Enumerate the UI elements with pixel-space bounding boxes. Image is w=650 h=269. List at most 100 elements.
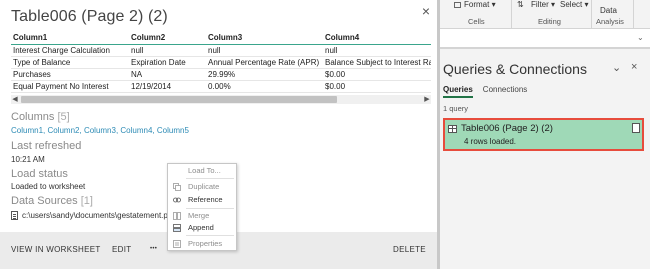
scroll-right-icon[interactable]: ▶: [423, 95, 431, 104]
table-row: Interest Charge Calculation null null nu…: [11, 44, 431, 57]
query-count: 1 query: [443, 104, 469, 113]
select-button[interactable]: Select ▾: [560, 0, 588, 9]
last-refreshed-heading: Last refreshed: [11, 140, 82, 152]
close-icon[interactable]: ×: [419, 4, 433, 18]
menu-item-append[interactable]: Append: [168, 222, 236, 234]
column-link[interactable]: Column5: [157, 126, 189, 135]
table-row: Type of Balance Expiration Date Annual P…: [11, 56, 431, 69]
editing-group-label: Editing: [538, 17, 561, 26]
menu-item-merge[interactable]: Merge: [168, 210, 236, 222]
table-cell: $0.00: [323, 68, 431, 81]
column-link[interactable]: Column2: [47, 126, 79, 135]
merge-icon: [173, 212, 181, 220]
menu-item-label: Reference: [188, 195, 223, 204]
menu-item-label: Load To...: [188, 166, 221, 175]
table-cell: Equal Payment No Interest: [11, 80, 129, 93]
filter-label: Filter: [531, 0, 549, 9]
data-sources-count: [1]: [80, 195, 93, 207]
table-cell: Balance Subject to Interest Rate: [323, 56, 431, 69]
column-link[interactable]: Column4: [120, 126, 152, 135]
analysis-group-label: Analysis: [596, 17, 624, 26]
pane-options-icon[interactable]: ⌄: [612, 61, 621, 74]
format-icon: [454, 1, 461, 8]
columns-heading-label: Columns: [11, 111, 55, 123]
table-cell: Purchases: [11, 68, 129, 81]
menu-item-load-to[interactable]: Load To...: [168, 165, 236, 177]
table-cell: Annual Percentage Rate (APR): [206, 56, 323, 69]
table-cell: NA: [129, 68, 206, 81]
preview-header-row: Column1 Column2 Column3 Column4: [11, 31, 431, 45]
tab-queries[interactable]: Queries: [443, 85, 473, 98]
context-menu: Load To... Duplicate Reference Merge App…: [167, 163, 237, 251]
menu-item-properties[interactable]: Properties: [168, 238, 236, 250]
menu-separator: [186, 235, 234, 236]
more-options-icon[interactable]: •••: [150, 246, 157, 252]
query-item[interactable]: Table006 (Page 2) (2) 4 rows loaded.: [443, 118, 644, 151]
edit-button[interactable]: EDIT: [112, 245, 131, 254]
column-link[interactable]: Column1: [11, 126, 43, 135]
query-item-name: Table006 (Page 2) (2): [461, 123, 553, 134]
scroll-left-icon[interactable]: ◀: [11, 95, 19, 104]
table-cell: null: [206, 44, 323, 57]
table-cell: 0.00%: [206, 80, 323, 93]
load-status-heading: Load status: [11, 168, 68, 180]
table-cell: 12/19/2014: [129, 80, 206, 93]
cells-group-label: Cells: [468, 17, 485, 26]
column-link[interactable]: Column3: [84, 126, 116, 135]
last-refreshed-value: 10:21 AM: [11, 155, 45, 164]
format-label: Format: [464, 0, 490, 9]
duplicate-icon: [173, 183, 181, 191]
format-button[interactable]: Format ▾: [454, 0, 496, 9]
view-in-worksheet-button[interactable]: VIEW IN WORKSHEET: [11, 245, 101, 254]
ribbon: Format ▾ Cells ⇅ Filter ▾ Select ▾ Editi…: [440, 0, 650, 29]
table-cell: null: [129, 44, 206, 57]
analyze-data-button[interactable]: Data: [600, 6, 617, 15]
pane-title: Queries & Connections: [443, 61, 587, 77]
table-row: Purchases NA 29.99% $0.00: [11, 68, 431, 81]
column-header: Column2: [129, 31, 206, 45]
table-cell: Interest Charge Calculation: [11, 44, 129, 57]
columns-count: [5]: [57, 111, 70, 123]
append-icon: [173, 224, 181, 232]
data-sources-heading-label: Data Sources: [11, 195, 78, 207]
scrollbar-thumb[interactable]: [21, 96, 337, 103]
ribbon-divider: [591, 0, 592, 28]
reference-icon: [173, 197, 181, 203]
filter-button[interactable]: Filter ▾: [531, 0, 555, 9]
select-label: Select: [560, 0, 583, 9]
menu-item-label: Append: [188, 223, 214, 232]
table-cell: 29.99%: [206, 68, 323, 81]
query-preview-title: Table006 (Page 2) (2): [11, 8, 168, 25]
formula-bar[interactable]: ⌄: [440, 30, 650, 48]
menu-item-label: Properties: [188, 239, 223, 248]
column-header: Column1: [11, 31, 129, 45]
load-status-value: Loaded to worksheet: [11, 182, 86, 191]
menu-separator: [186, 208, 234, 209]
menu-item-duplicate[interactable]: Duplicate: [168, 181, 236, 193]
menu-item-label: Merge: [188, 211, 210, 220]
table-icon: [448, 125, 457, 133]
sort-filter-icon[interactable]: ⇅: [517, 0, 524, 9]
properties-icon: [173, 240, 181, 248]
queries-connections-pane: Queries & Connections ⌄ × Queries Connec…: [440, 48, 650, 269]
data-source-path: c:\users\sandy\documents\gestatement.pdf: [22, 211, 175, 220]
table-cell: null: [323, 44, 431, 57]
pane-tabs: Queries Connections: [443, 85, 537, 98]
menu-item-reference[interactable]: Reference: [168, 194, 236, 206]
menu-item-label: Duplicate: [188, 182, 220, 191]
table-row: Equal Payment No Interest 12/19/2014 0.0…: [11, 80, 431, 93]
data-sources-heading: Data Sources [1]: [11, 195, 93, 207]
tab-connections[interactable]: Connections: [483, 85, 527, 97]
expand-formula-bar-icon[interactable]: ⌄: [637, 33, 644, 42]
delete-button[interactable]: DELETE: [393, 245, 426, 254]
columns-list: Column1, Column2, Column3, Column4, Colu…: [11, 126, 189, 135]
table-cell: Expiration Date: [129, 56, 206, 69]
query-item-status: 4 rows loaded.: [464, 137, 517, 146]
horizontal-scrollbar[interactable]: ◀ ▶: [11, 95, 431, 104]
ribbon-divider: [633, 0, 634, 28]
query-document-icon: [632, 123, 640, 133]
preview-table: Column1 Column2 Column3 Column4 Interest…: [11, 31, 431, 93]
ribbon-divider: [511, 0, 512, 28]
pane-close-icon[interactable]: ×: [631, 61, 637, 73]
columns-heading: Columns [5]: [11, 111, 70, 123]
